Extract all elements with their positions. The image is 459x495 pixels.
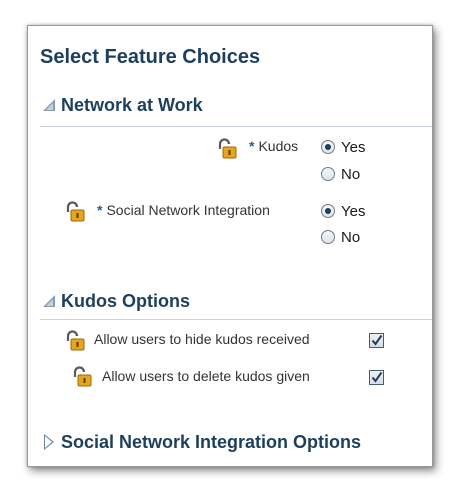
kudos-yes-radio[interactable] bbox=[321, 140, 335, 154]
disclosure-collapsed-icon[interactable] bbox=[42, 434, 58, 450]
disclosure-expanded-icon[interactable] bbox=[42, 97, 58, 113]
social-network-integration-no-option[interactable]: No bbox=[321, 227, 360, 247]
page-title: Select Feature Choices bbox=[40, 46, 261, 68]
delete-kudos-label: Allow users to delete kudos given bbox=[102, 368, 310, 384]
section-header-social-network-integration-options[interactable]: Social Network Integration Options bbox=[42, 430, 361, 454]
section-title-network-at-work: Network at Work bbox=[61, 94, 203, 115]
social-network-integration-yes-radio[interactable] bbox=[321, 204, 335, 218]
section-title-kudos-options: Kudos Options bbox=[61, 290, 190, 311]
checkmark-icon bbox=[371, 371, 383, 383]
hide-kudos-label: Allow users to hide kudos received bbox=[94, 331, 310, 347]
social-network-integration-no-label: No bbox=[341, 228, 361, 246]
kudos-label-text: Kudos bbox=[258, 138, 299, 154]
section-header-kudos-options[interactable]: Kudos Options bbox=[42, 289, 190, 313]
social-network-integration-yes-option[interactable]: Yes bbox=[321, 201, 365, 221]
section-divider bbox=[40, 319, 432, 320]
kudos-no-label: No bbox=[341, 165, 361, 183]
checkmark-icon bbox=[371, 334, 383, 346]
kudos-yes-option[interactable]: Yes bbox=[321, 137, 365, 157]
required-marker: * bbox=[249, 138, 255, 154]
social-network-integration-label-text: Social Network Integration bbox=[106, 202, 270, 218]
unlocked-padlock-icon bbox=[66, 330, 85, 351]
social-network-integration-yes-label: Yes bbox=[341, 202, 366, 220]
social-network-integration-label: * Social Network Integration bbox=[97, 202, 270, 218]
required-marker: * bbox=[97, 202, 103, 218]
section-title-social-network-integration-options: Social Network Integration Options bbox=[61, 431, 362, 452]
hide-kudos-checkbox[interactable] bbox=[369, 333, 384, 348]
section-header-network-at-work[interactable]: Network at Work bbox=[42, 93, 203, 117]
kudos-no-radio[interactable] bbox=[321, 167, 335, 181]
delete-kudos-checkbox[interactable] bbox=[369, 370, 384, 385]
unlocked-padlock-icon bbox=[218, 138, 237, 159]
social-network-integration-no-radio[interactable] bbox=[321, 230, 335, 244]
unlocked-padlock-icon bbox=[73, 366, 92, 387]
unlocked-padlock-icon bbox=[66, 201, 85, 222]
kudos-label: * Kudos bbox=[249, 138, 298, 154]
disclosure-expanded-icon[interactable] bbox=[42, 293, 58, 309]
kudos-no-option[interactable]: No bbox=[321, 164, 360, 184]
section-divider bbox=[40, 126, 432, 127]
feature-choices-panel: Select Feature Choices Network at Work *… bbox=[27, 25, 433, 467]
kudos-yes-label: Yes bbox=[341, 138, 366, 156]
